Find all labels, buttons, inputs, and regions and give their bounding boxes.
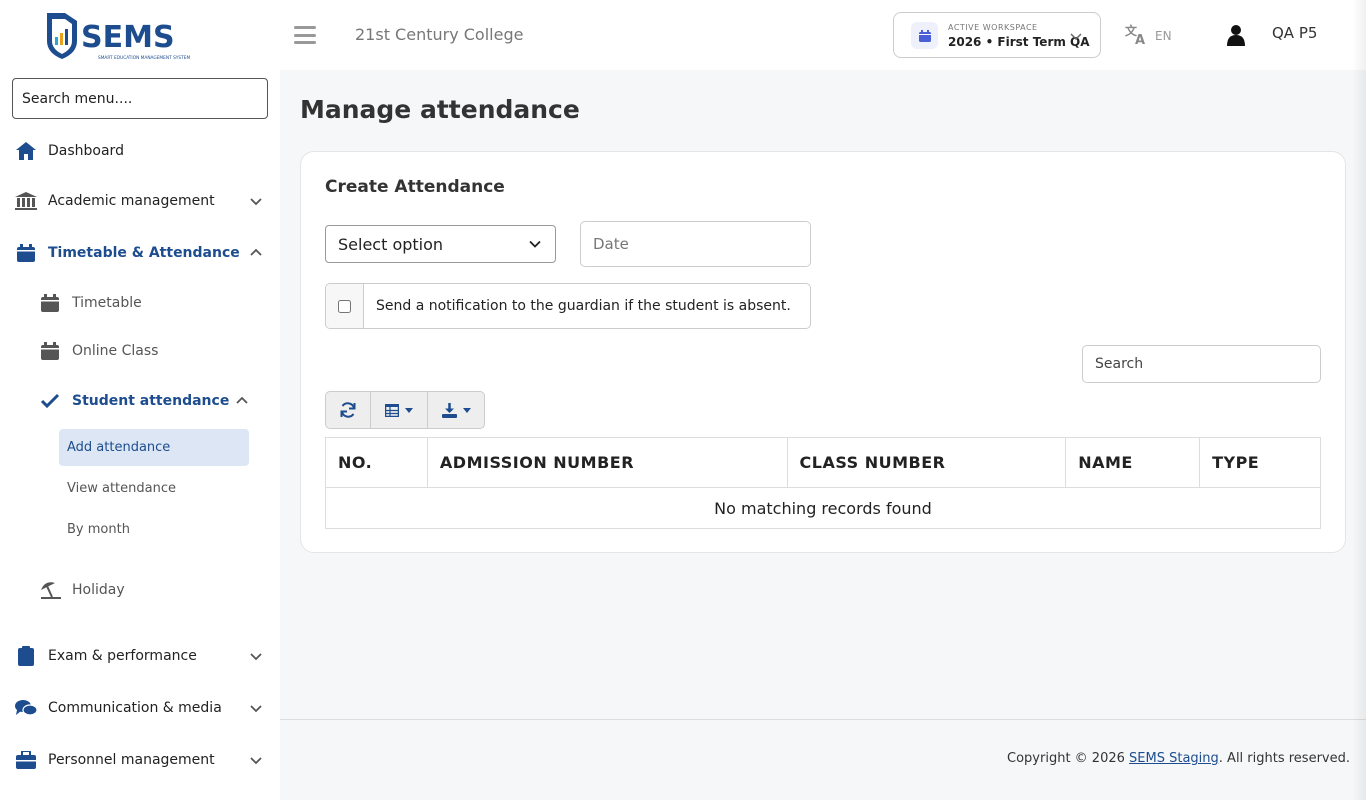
clipboard-icon [15,645,37,667]
empty-table-message: No matching records found [325,487,1321,529]
check-icon [39,390,61,412]
sidebar-item-label: Academic management [48,193,215,209]
workspace-switcher[interactable]: ACTIVE WORKSPACE 2026 • First Term QA [893,12,1101,58]
caret-down-icon [462,407,471,413]
chevron-down-icon [250,653,262,661]
hamburger-menu-icon[interactable] [294,26,316,44]
language-switcher[interactable]: 文A EN [1125,23,1172,49]
sidebar-item-label: Timetable [72,295,142,311]
table-row: No matching records found [325,487,1321,529]
columns-toggle-button[interactable] [371,392,428,428]
caret-down-icon [405,407,413,413]
chevron-down-icon [250,198,262,206]
footer: Copyright © 2026 SEMS Staging. All right… [280,719,1366,800]
date-input[interactable] [580,221,811,267]
sidebar: SEMS SMART EDUCATION MANAGEMENT SYSTEM D… [0,0,280,800]
sidebar-item-dashboard[interactable]: Dashboard [0,131,280,171]
sidebar-item-timetable[interactable]: Timetable [0,283,280,323]
notify-guardian-label: Send a notification to the guardian if t… [376,298,791,314]
page-edge-shadow [1352,0,1366,800]
comments-icon [15,697,37,719]
sidebar-item-label: Exam & performance [48,648,197,664]
sidebar-item-by-month[interactable]: By month [59,511,249,548]
sidebar-item-label: Personnel management [48,752,215,768]
sidebar-item-academic-management[interactable]: Academic management [0,181,280,221]
briefcase-icon [15,749,37,771]
download-icon [441,402,457,418]
table-search-input[interactable] [1082,345,1321,383]
copyright-text: Copyright © 2026 SEMS Staging. All right… [1007,751,1350,766]
copyright-suffix: . All rights reserved. [1218,751,1350,766]
sidebar-item-add-attendance[interactable]: Add attendance [59,429,249,466]
svg-text:A: A [1135,33,1145,45]
chevron-down-icon [1070,33,1082,41]
card-title: Create Attendance [325,177,505,197]
workspace-caption: ACTIVE WORKSPACE [948,23,1038,32]
attendance-table: NO. ADMISSION NUMBER CLASS NUMBER NAME T… [325,437,1321,529]
calendar-icon [911,22,938,49]
sidebar-item-label: Student attendance [72,393,230,409]
table-toolbar [325,391,485,429]
column-header-type[interactable]: TYPE [1199,437,1321,488]
column-header-admission-number[interactable]: ADMISSION NUMBER [426,437,788,488]
sidebar-item-label: Timetable & Attendance [48,245,240,261]
brand-name: SEMS [81,20,175,55]
language-code: EN [1155,29,1172,43]
top-header: 21st Century College ACTIVE WORKSPACE 20… [280,0,1366,70]
user-avatar-icon[interactable] [1224,23,1248,47]
calendar-icon [15,242,37,264]
chevron-down-icon [250,757,262,765]
sidebar-item-student-attendance[interactable]: Student attendance [0,381,280,421]
table-columns-icon [385,403,399,417]
sidebar-item-communication-media[interactable]: Communication & media [0,688,280,728]
sems-logo[interactable]: SEMS SMART EDUCATION MANAGEMENT SYSTEM [43,11,218,61]
sidebar-item-personnel-management[interactable]: Personnel management [0,740,280,780]
translate-icon: 文A [1125,23,1149,49]
chevron-down-icon [250,705,262,713]
calendar-icon [39,340,61,362]
chevron-down-icon [529,240,541,248]
sidebar-item-timetable-attendance[interactable]: Timetable & Attendance [0,233,280,273]
home-icon [15,140,37,162]
create-attendance-card: Create Attendance Select option Send a n… [300,151,1346,553]
chevron-up-icon [250,248,262,256]
calendar-icon [39,292,61,314]
sidebar-item-view-attendance[interactable]: View attendance [59,470,249,507]
sidebar-item-label: Communication & media [48,700,222,716]
notify-guardian-checkbox[interactable] [338,299,351,313]
search-menu-input[interactable] [12,78,268,119]
sidebar-item-exam-performance[interactable]: Exam & performance [0,636,280,676]
column-header-no[interactable]: NO. [325,437,428,488]
table-header-row: NO. ADMISSION NUMBER CLASS NUMBER NAME T… [325,437,1321,488]
workspace-value: 2026 • First Term QA [948,35,1090,49]
page-title: Manage attendance [300,95,580,124]
option-select[interactable]: Select option [325,225,556,263]
umbrella-beach-icon [39,579,61,601]
sidebar-item-label: Holiday [72,582,125,598]
refresh-button[interactable] [326,392,371,428]
column-header-name[interactable]: NAME [1065,437,1201,488]
export-button[interactable] [428,392,484,428]
column-header-class-number[interactable]: CLASS NUMBER [786,437,1067,488]
college-name: 21st Century College [355,25,524,44]
refresh-icon [340,402,356,418]
checkbox-wrapper [326,284,364,328]
sidebar-item-online-class[interactable]: Online Class [0,331,280,371]
sidebar-item-label: Online Class [72,343,159,359]
select-value: Select option [338,234,444,254]
brand-tagline: SMART EDUCATION MANAGEMENT SYSTEM [98,55,190,61]
sidebar-item-holiday[interactable]: Holiday [0,570,280,610]
sems-staging-link[interactable]: SEMS Staging [1129,751,1219,766]
sidebar-item-label: Dashboard [48,143,124,159]
user-name[interactable]: QA P5 [1272,24,1317,42]
copyright-prefix: Copyright © 2026 [1007,751,1130,766]
bank-icon [15,190,37,212]
guardian-notification-group: Send a notification to the guardian if t… [325,283,811,329]
chevron-up-icon [236,396,248,404]
